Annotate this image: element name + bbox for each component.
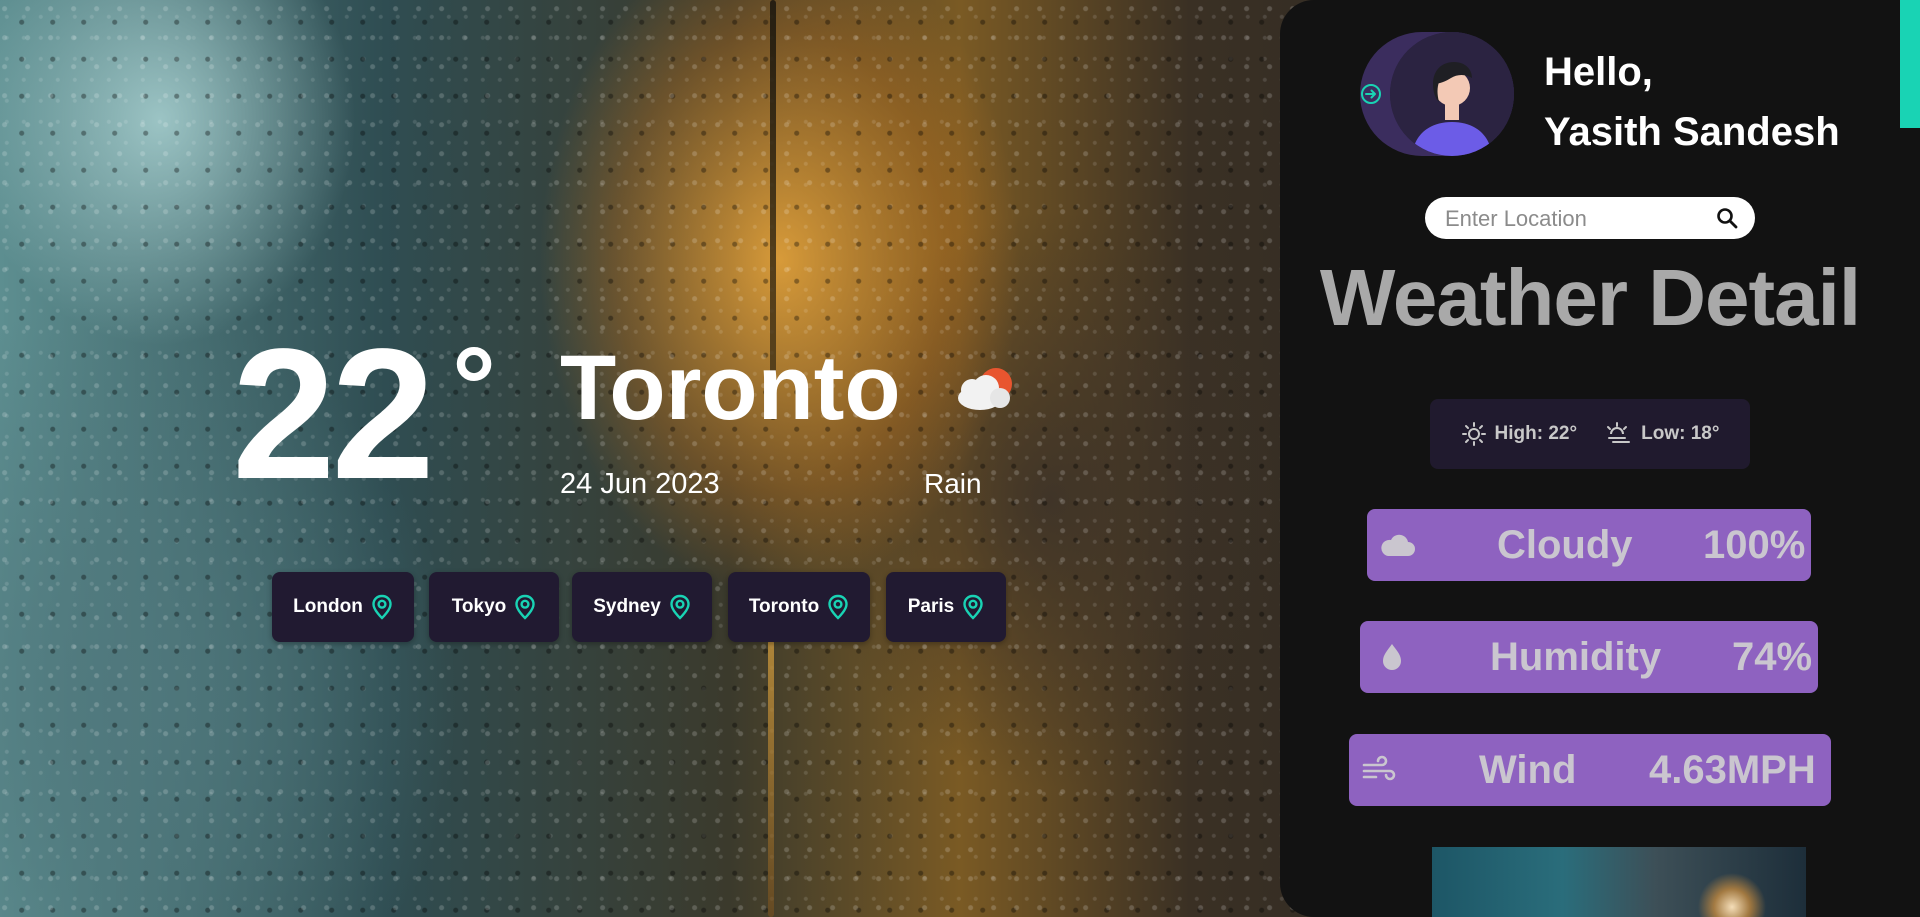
city-chip-label: London	[293, 596, 363, 617]
cloud-icon	[1381, 534, 1415, 556]
scrollbar-thumb[interactable]	[1900, 0, 1920, 128]
profile-avatar[interactable]	[1360, 32, 1514, 156]
cloudy-value: 100%	[1703, 523, 1806, 567]
city-chip-toronto[interactable]: Toronto	[728, 572, 870, 642]
wind-value: 4.63MPH	[1649, 748, 1816, 792]
weather-thumbnail	[1432, 847, 1806, 917]
city-chip-paris[interactable]: Paris	[886, 572, 1006, 642]
low-temp-label: Low: 18°	[1641, 423, 1720, 444]
wind-icon	[1362, 755, 1396, 781]
city-chip-sydney[interactable]: Sydney	[572, 572, 712, 642]
avatar	[1390, 32, 1514, 156]
condition-text: Rain	[924, 468, 982, 499]
location-pin-icon	[515, 594, 535, 620]
search-icon[interactable]	[1715, 206, 1739, 230]
high-temp-label: High: 22°	[1494, 423, 1578, 444]
location-search-input[interactable]	[1443, 197, 1707, 241]
high-temp: High: 22°	[1461, 421, 1578, 447]
wind-label: Wind	[1479, 748, 1577, 792]
city-chip-label: Toronto	[748, 596, 820, 617]
location-pin-icon	[372, 594, 392, 620]
location-pin-icon	[828, 594, 848, 620]
user-avatar-icon	[1390, 32, 1514, 156]
high-low-card: High: 22° Low: 18°	[1430, 399, 1750, 469]
wind-card: Wind 4.63MPH	[1349, 734, 1831, 806]
greeting-text: Hello,	[1544, 50, 1653, 94]
location-pin-icon	[963, 594, 983, 620]
humidity-label: Humidity	[1490, 635, 1662, 679]
search-bar	[1425, 197, 1755, 241]
cloudy-card: Cloudy 100%	[1367, 509, 1811, 581]
user-name: Yasith Sandesh	[1544, 110, 1840, 154]
degree-symbol: °	[452, 325, 496, 448]
city-chip-label: Tokyo	[451, 596, 507, 617]
water-drop-icon	[1383, 644, 1401, 670]
city-chip-london[interactable]: London	[272, 572, 414, 642]
city-chip-label: Sydney	[593, 596, 661, 617]
city-chip-label: Paris	[907, 596, 955, 617]
current-city: Toronto	[560, 337, 901, 439]
current-temperature: 22	[232, 311, 435, 518]
city-chip-tokyo[interactable]: Tokyo	[429, 572, 559, 642]
sun-icon	[1461, 422, 1486, 446]
sunset-wind-icon	[1607, 422, 1631, 443]
rain-streak	[768, 640, 774, 917]
humidity-card: Humidity 74%	[1360, 621, 1818, 693]
login-icon[interactable]	[1359, 82, 1383, 106]
current-date: 24 Jun 2023	[560, 468, 720, 500]
cloudy-label: Cloudy	[1497, 523, 1633, 567]
location-pin-icon	[670, 594, 690, 620]
humidity-value: 74%	[1732, 635, 1813, 679]
partly-cloudy-icon	[958, 368, 1012, 410]
weather-detail-title: Weather Detail	[1319, 253, 1861, 342]
low-temp: Low: 18°	[1605, 421, 1719, 447]
greeting: Hello, Yasith Sandesh	[1544, 42, 1840, 162]
